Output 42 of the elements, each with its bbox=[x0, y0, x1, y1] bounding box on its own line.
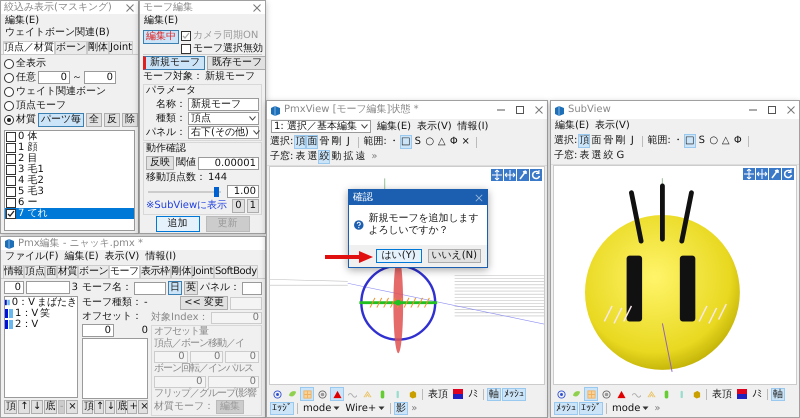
field-label: モーフ種類： bbox=[82, 297, 142, 309]
group-title: パラメータ bbox=[146, 85, 197, 98]
field-label: 種類： bbox=[155, 112, 186, 125]
window-title: PmxView [モーフ編集]状態 * bbox=[284, 104, 419, 116]
field-label: オフセット： bbox=[82, 311, 143, 323]
morph-name: 笑 bbox=[40, 308, 50, 320]
field-label: モーフ名： bbox=[82, 282, 132, 294]
offset-count: 0 bbox=[142, 324, 148, 336]
window-title: モーフ編集 bbox=[143, 2, 193, 14]
toolbar-label: 範囲: bbox=[363, 136, 387, 148]
field-label: 名称： bbox=[155, 98, 186, 111]
group-title: オフセット量 bbox=[154, 326, 210, 338]
target-value: 新規モーフ bbox=[205, 70, 255, 83]
morph-index: 0：V bbox=[12, 296, 35, 308]
window-title: Pmx編集 - ニャッキ.pmx * bbox=[18, 238, 144, 250]
field-label: 対象Index： bbox=[151, 312, 209, 324]
field-label: 移動頂点数： bbox=[146, 172, 206, 184]
dialog-title: 確認 bbox=[353, 192, 373, 204]
item-count: 3 bbox=[72, 282, 78, 294]
field-label: 頂点／ボーン移動／イ bbox=[154, 338, 245, 350]
toolbar-label: 子窓: bbox=[554, 150, 578, 162]
toolbar-label: 子窓: bbox=[270, 151, 294, 163]
range-separator: ～ bbox=[72, 72, 82, 84]
field-label: ボーン回転／インパルス bbox=[154, 363, 254, 375]
moved-count: 144 bbox=[208, 172, 228, 184]
field-label: パネル： bbox=[146, 126, 186, 139]
morph-type-value: - bbox=[144, 297, 148, 309]
toolbar-label: 選択: bbox=[270, 136, 294, 148]
field-label: フリップ／グループ(影響 bbox=[154, 388, 258, 400]
field-label: 材質モーフ： bbox=[154, 401, 214, 413]
field-label: モーフ対象： bbox=[143, 70, 203, 83]
toolbar-label: 範囲: bbox=[647, 135, 671, 147]
morph-index: 2：V bbox=[15, 318, 38, 330]
dialog-message: 新規モーフを追加しますよろしいですか？ bbox=[368, 213, 480, 237]
window-title: 絞込み表示(マスキング) bbox=[4, 2, 112, 14]
window-title: SubView bbox=[568, 104, 611, 116]
morph-index: 1：V bbox=[15, 308, 38, 320]
field-label: 閾値 bbox=[176, 157, 196, 170]
field-label: パネル： bbox=[200, 282, 240, 294]
toolbar-label: 選択: bbox=[554, 135, 578, 147]
group-title: 動作確認 bbox=[146, 143, 187, 156]
morph-name: まばたき bbox=[37, 296, 77, 308]
